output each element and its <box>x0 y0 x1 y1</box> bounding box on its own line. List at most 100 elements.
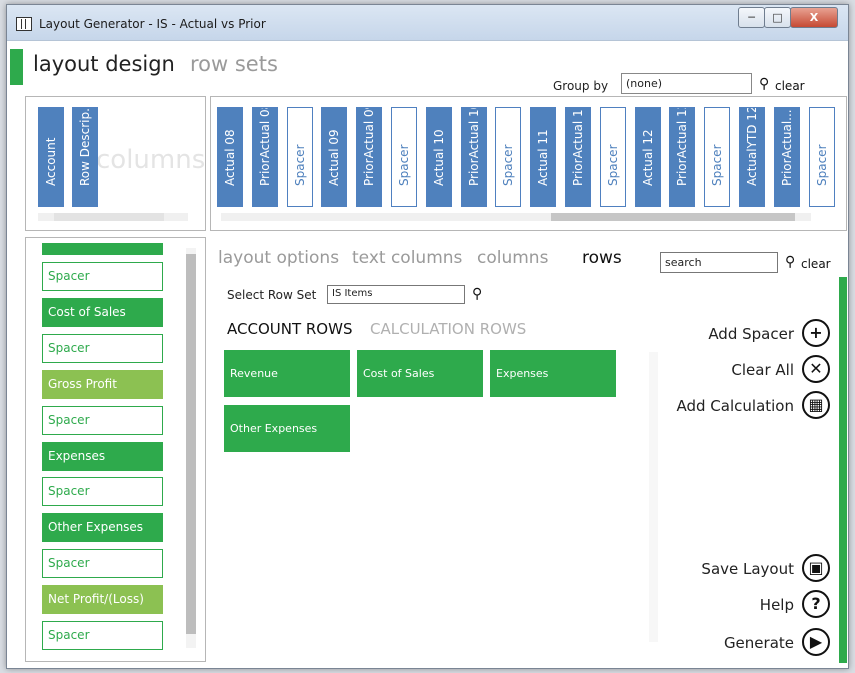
tab-row-sets[interactable]: row sets <box>190 52 278 76</box>
column-spacer-card[interactable]: Spacer <box>495 107 522 207</box>
clear-all-label: Clear All <box>731 361 794 379</box>
minimize-button[interactable]: ─ <box>738 7 765 28</box>
column-card[interactable]: PriorActual 12 <box>669 107 696 207</box>
row-card[interactable]: Cost of Sales <box>42 297 163 327</box>
columns-scrollbar[interactable] <box>221 213 811 221</box>
column-card[interactable]: PriorActual 09 <box>356 107 383 207</box>
column-card-label: Actual 12 <box>640 129 655 186</box>
group-by-input[interactable]: (none) <box>621 73 752 94</box>
search-icon[interactable]: ⚲ <box>472 286 482 302</box>
row-spacer-card[interactable]: Spacer <box>42 477 163 507</box>
tab-rows[interactable]: rows <box>582 248 622 268</box>
column-card-label: PriorActual... <box>779 109 794 186</box>
account-row-tile[interactable]: Revenue <box>224 350 350 397</box>
group-by-label: Group by <box>553 79 609 93</box>
column-card[interactable]: Actual 08 <box>217 107 243 207</box>
row-spacer-card[interactable]: Spacer <box>42 549 163 579</box>
help-icon: ? <box>802 590 830 618</box>
tab-calculation-rows[interactable]: CALCULATION ROWS <box>370 320 526 338</box>
text-columns-scroll-thumb[interactable] <box>54 213 164 221</box>
tab-account-rows[interactable]: ACCOUNT ROWS <box>227 320 352 338</box>
tab-layout-design[interactable]: layout design <box>33 52 175 76</box>
row-list-scroll-thumb[interactable] <box>186 254 196 634</box>
column-card-label: Spacer <box>292 144 307 186</box>
clear-all-button[interactable]: Clear All ✕ <box>660 355 830 385</box>
search-icon[interactable]: ⚲ <box>759 76 769 92</box>
row-card-partial[interactable] <box>42 243 163 255</box>
column-card-label: Spacer <box>814 144 829 186</box>
group-by-clear-link[interactable]: clear <box>775 79 805 93</box>
columns-panel: Actual 08 PriorActual 08 Spacer Actual 09 Pr… <box>210 96 847 231</box>
column-card[interactable]: Actual 10 <box>425 107 452 207</box>
row-set-input[interactable]: IS Items <box>327 285 465 304</box>
add-calculation-label: Add Calculation <box>676 397 795 415</box>
close-button[interactable]: X <box>790 7 838 28</box>
row-card[interactable]: Gross Profit <box>42 369 163 399</box>
row-spacer-card[interactable]: Spacer <box>42 621 163 650</box>
row-spacer-card[interactable]: Spacer <box>42 333 163 363</box>
column-card[interactable]: ActualYTD 12 <box>739 107 765 207</box>
text-columns-panel: columns Account Row Descrip... <box>25 96 206 231</box>
add-calculation-button[interactable]: Add Calculation ▦ <box>660 391 830 421</box>
column-card-label: Spacer <box>501 144 516 186</box>
column-card[interactable]: PriorActual... <box>773 107 800 207</box>
account-row-tile[interactable]: Cost of Sales <box>357 350 483 397</box>
generate-label: Generate <box>723 634 794 652</box>
columns-scroll-thumb[interactable] <box>551 213 795 221</box>
column-card[interactable]: Actual 09 <box>321 107 348 207</box>
column-card-label: PriorActual 08 <box>257 107 272 186</box>
column-spacer-card[interactable]: Spacer <box>599 107 626 207</box>
column-card[interactable]: PriorActual 11 <box>565 107 591 207</box>
play-icon: ▶ <box>802 628 830 656</box>
account-row-tile[interactable]: Other Expenses <box>224 405 350 452</box>
tab-columns[interactable]: columns <box>477 248 548 268</box>
right-accent-bar <box>839 277 847 663</box>
column-card-label: PriorActual 09 <box>362 107 377 186</box>
column-card-label: Actual 10 <box>431 129 446 186</box>
column-card[interactable]: Actual 12 <box>634 107 661 207</box>
column-card-label: Spacer <box>710 144 725 186</box>
row-list-panel: Spacer Cost of Sales Spacer Gross Profit Spa… <box>25 237 206 662</box>
row-spacer-card[interactable]: Spacer <box>42 262 163 291</box>
column-card-label: Actual 11 <box>536 129 551 186</box>
column-spacer-card[interactable]: Spacer <box>391 107 417 207</box>
help-button[interactable]: Help ? <box>660 590 830 620</box>
text-columns-watermark: columns <box>96 145 206 175</box>
text-column-account[interactable]: Account <box>38 107 64 207</box>
search-clear-link[interactable]: clear <box>801 257 831 271</box>
column-spacer-card[interactable]: Spacer <box>808 107 835 207</box>
column-card-label: Actual 08 <box>223 129 237 186</box>
close-icon: ✕ <box>802 355 830 383</box>
save-layout-button[interactable]: Save Layout ▣ <box>660 554 830 584</box>
column-spacer-card[interactable]: Spacer <box>286 107 313 207</box>
search-icon[interactable]: ⚲ <box>785 254 795 270</box>
app-icon <box>16 17 32 31</box>
account-row-tile[interactable]: Expenses <box>490 350 616 397</box>
column-card[interactable]: PriorActual 10 <box>460 107 487 207</box>
row-card[interactable]: Other Expenses <box>42 513 163 543</box>
title-bar: Layout Generator - IS - Actual vs Prior … <box>7 5 848 41</box>
save-icon: ▣ <box>802 554 830 582</box>
search-input[interactable]: search <box>660 252 778 273</box>
column-card-label: PriorActual 10 <box>466 107 481 186</box>
tab-layout-options[interactable]: layout options <box>218 248 339 268</box>
column-card-label: Spacer <box>397 144 411 186</box>
window-title: Layout Generator - IS - Actual vs Prior <box>39 17 266 31</box>
column-card-label: ActualYTD 12 <box>745 107 759 186</box>
maximize-button[interactable]: □ <box>764 7 791 28</box>
column-spacer-card[interactable]: Spacer <box>704 107 731 207</box>
generate-button[interactable]: Generate ▶ <box>660 628 830 658</box>
column-card[interactable]: PriorActual 08 <box>251 107 278 207</box>
plus-icon: + <box>802 319 830 347</box>
account-rows-scrollbar[interactable] <box>649 352 658 642</box>
row-card[interactable]: Expenses <box>42 441 163 471</box>
column-card-label: PriorActual 11 <box>571 107 585 186</box>
column-card[interactable]: Actual 11 <box>530 107 557 207</box>
help-label: Help <box>759 596 794 614</box>
tab-text-columns[interactable]: text columns <box>352 248 462 268</box>
row-card[interactable]: Net Profit/(Loss) <box>42 585 163 615</box>
add-spacer-button[interactable]: Add Spacer + <box>660 319 830 349</box>
row-spacer-card[interactable]: Spacer <box>42 405 163 435</box>
text-columns-scrollbar[interactable] <box>38 213 188 221</box>
text-column-row-description[interactable]: Row Descrip... <box>72 107 98 207</box>
